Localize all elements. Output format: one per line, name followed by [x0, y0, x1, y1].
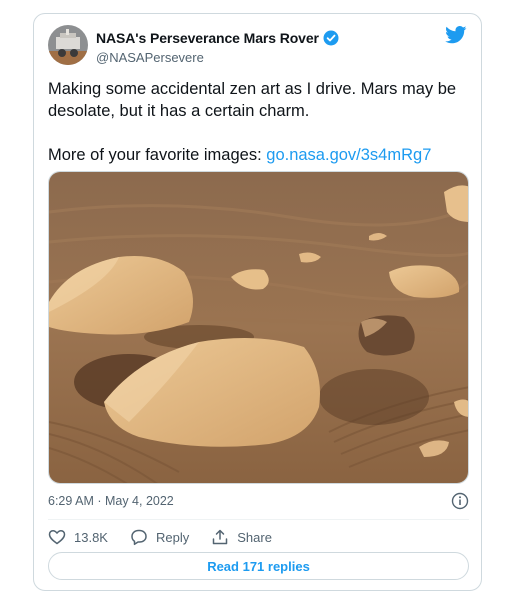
verified-badge-icon: [323, 30, 339, 46]
share-upload-icon: [212, 529, 228, 545]
tweet-timestamp[interactable]: 6:29 AM · May 4, 2022: [48, 494, 174, 508]
like-count: 13.8K: [74, 529, 108, 545]
author-avatar[interactable]: [48, 25, 88, 65]
author-display-name[interactable]: NASA's Perseverance Mars Rover: [96, 30, 319, 46]
tweet-link[interactable]: go.nasa.gov/3s4mRg7: [266, 146, 431, 164]
reply-bubble-icon: [131, 529, 147, 546]
author-name-row[interactable]: NASA's Perseverance Mars Rover: [96, 30, 339, 46]
tweet-card: NASA's Perseverance Mars Rover @NASAPers…: [33, 13, 482, 591]
tweet-text: Making some accidental zen art as I driv…: [48, 78, 473, 166]
heart-icon: [48, 529, 66, 545]
tweet-link-prefix: More of your favorite images:: [48, 146, 267, 164]
like-button[interactable]: 13.8K: [48, 528, 108, 546]
mars-rocks-photo[interactable]: [48, 171, 469, 484]
tweet-link-line: More of your favorite images: go.nasa.go…: [48, 144, 473, 166]
tweet-body: Making some accidental zen art as I driv…: [48, 80, 457, 120]
reply-label: Reply: [155, 529, 190, 545]
meta-divider: [48, 519, 469, 520]
share-label: Share: [237, 529, 272, 545]
twitter-bird-icon[interactable]: [445, 26, 467, 44]
share-button[interactable]: Share: [211, 528, 272, 546]
read-replies-button[interactable]: Read 171 replies: [48, 552, 469, 580]
author-handle[interactable]: @NASAPersevere: [96, 50, 204, 65]
reply-button[interactable]: Reply: [130, 528, 189, 546]
tweet-actions: 13.8K Reply Share: [48, 526, 294, 548]
info-icon[interactable]: [451, 492, 469, 510]
tweet-meta: 6:29 AM · May 4, 2022: [48, 492, 469, 512]
